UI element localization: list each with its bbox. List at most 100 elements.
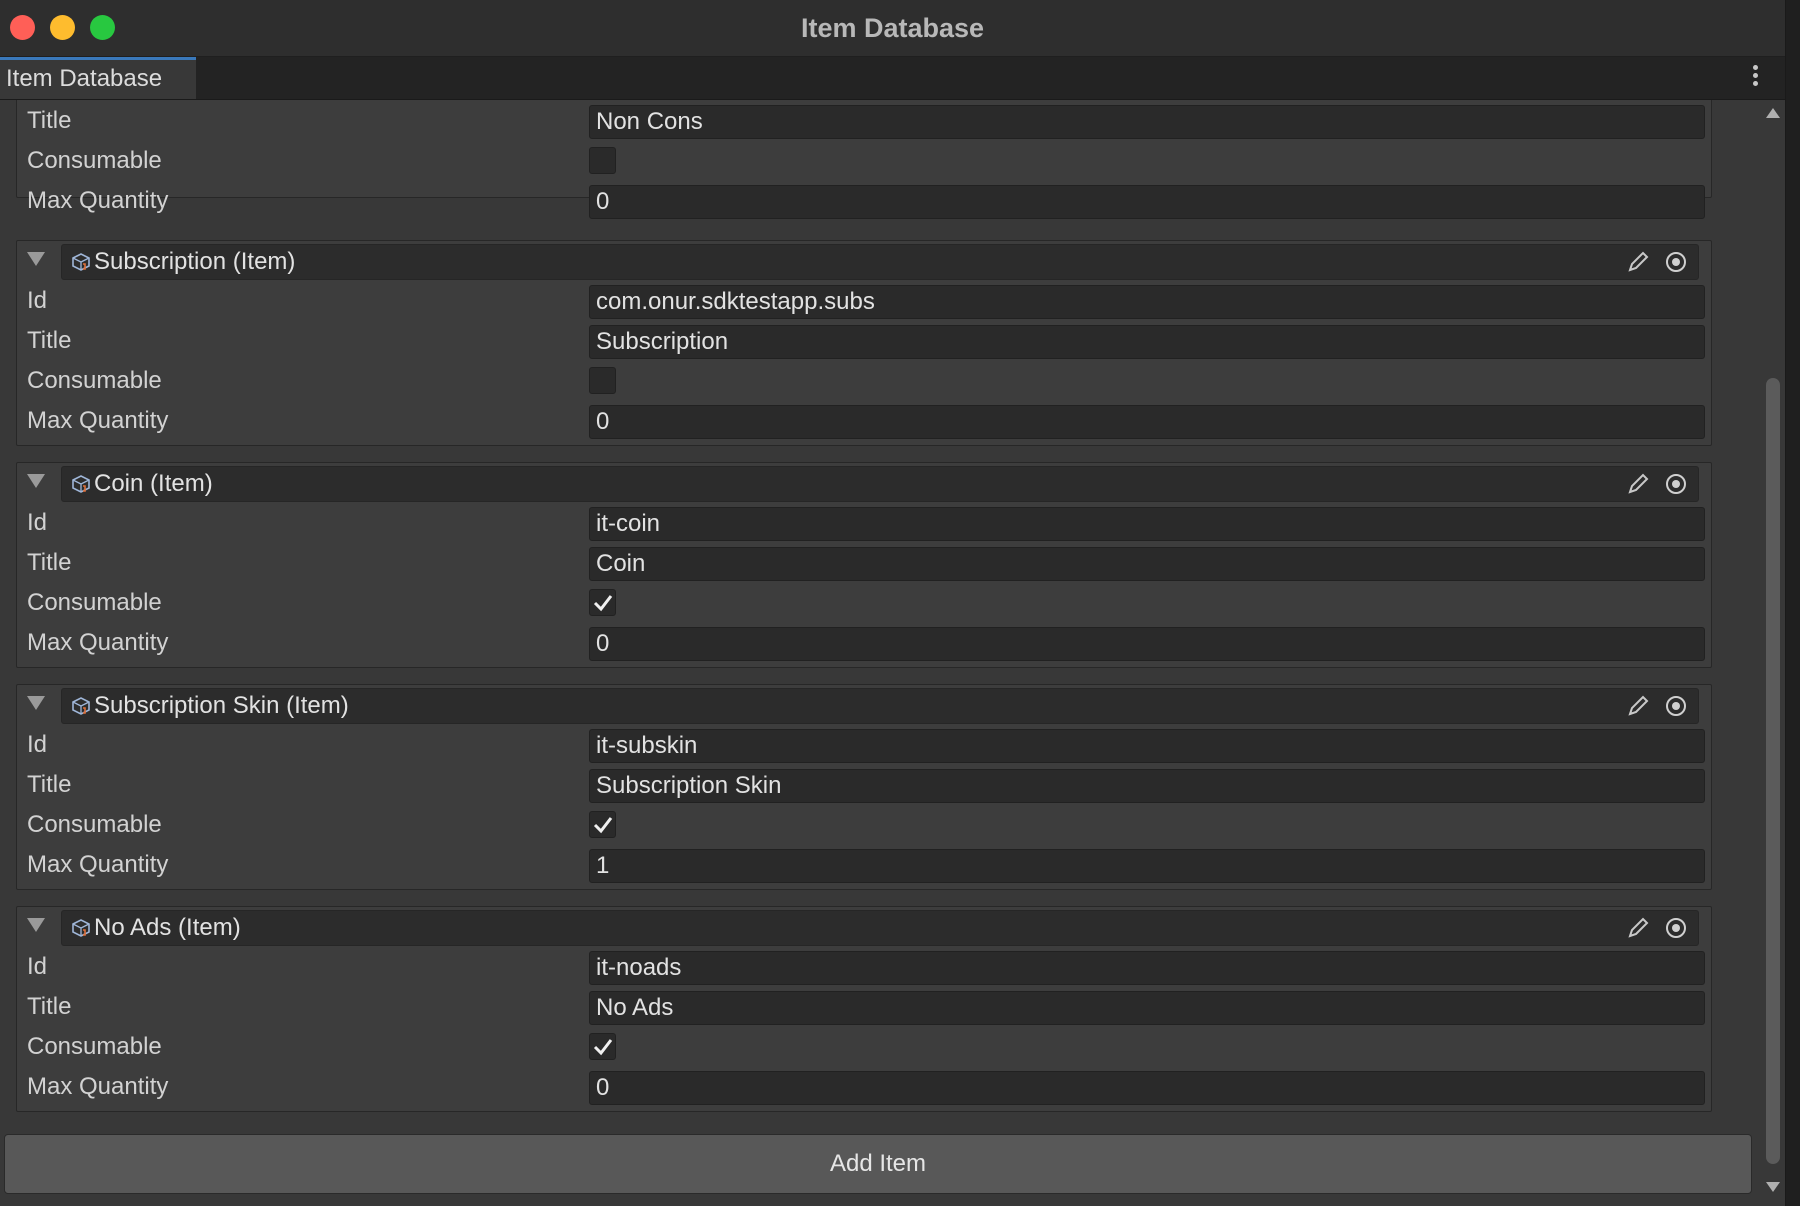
tab-bar: Item Database <box>0 57 1785 100</box>
vertical-scrollbar[interactable] <box>1762 100 1784 1204</box>
foldout-arrow-icon[interactable] <box>27 474 45 488</box>
max-quantity-row: Max Quantity 1 <box>17 845 1711 885</box>
id-field[interactable]: it-coin <box>589 507 1705 541</box>
pencil-icon[interactable] <box>1626 916 1650 940</box>
target-icon[interactable] <box>1666 252 1686 272</box>
scriptable-object-icon <box>72 919 90 937</box>
title-label: Title <box>27 771 72 798</box>
object-label: Subscription (Item) <box>94 248 296 275</box>
title-field[interactable]: Coin <box>589 547 1705 581</box>
consumable-label: Consumable <box>27 147 162 174</box>
more-options-icon[interactable] <box>1753 65 1759 91</box>
title-field[interactable]: No Ads <box>589 991 1705 1025</box>
id-field[interactable]: it-subskin <box>589 729 1705 763</box>
foldout-arrow-icon[interactable] <box>27 252 45 266</box>
title-row: Title Coin <box>17 543 1711 583</box>
foldout-arrow-icon[interactable] <box>27 918 45 932</box>
item-element: No Ads (Item) Id it-noads Title No Ads C… <box>16 906 1712 1112</box>
max-quantity-row: Max Quantity 0 <box>17 181 1711 221</box>
title-row: Title Subscription Skin <box>17 765 1711 805</box>
max-quantity-row: Max Quantity 0 <box>17 1067 1711 1107</box>
max-quantity-field[interactable]: 0 <box>589 1071 1705 1105</box>
item-list: Title Non Cons Consumable Max Quantity 0… <box>16 100 1712 1112</box>
title-label: Title <box>27 107 72 134</box>
title-row: Title Non Cons <box>17 101 1711 141</box>
scroll-down-icon[interactable] <box>1766 1182 1780 1192</box>
max-quantity-label: Max Quantity <box>27 407 169 434</box>
max-quantity-label: Max Quantity <box>27 629 169 656</box>
checkmark-icon <box>593 1039 613 1056</box>
consumable-checkbox[interactable] <box>589 811 616 838</box>
id-field[interactable]: com.onur.sdktestapp.subs <box>589 285 1705 319</box>
consumable-row: Consumable <box>17 141 1711 181</box>
max-quantity-label: Max Quantity <box>27 1073 169 1100</box>
id-row: Id it-noads <box>17 947 1711 987</box>
max-quantity-label: Max Quantity <box>27 187 169 214</box>
id-row: Id com.onur.sdktestapp.subs <box>17 281 1711 321</box>
consumable-row: Consumable <box>17 583 1711 623</box>
pencil-icon[interactable] <box>1626 694 1650 718</box>
max-quantity-label: Max Quantity <box>27 851 169 878</box>
id-row: Id it-coin <box>17 503 1711 543</box>
title-bar: Item Database <box>0 0 1785 57</box>
consumable-row: Consumable <box>17 1027 1711 1067</box>
scriptable-object-icon <box>72 253 90 271</box>
object-label: Subscription Skin (Item) <box>94 692 349 719</box>
consumable-row: Consumable <box>17 805 1711 845</box>
tab-item-database[interactable]: Item Database <box>0 57 196 99</box>
editor-window: Item Database Item Database Title Non Co… <box>0 0 1786 1206</box>
object-label: Coin (Item) <box>94 470 213 497</box>
pencil-icon[interactable] <box>1626 472 1650 496</box>
max-quantity-field[interactable]: 1 <box>589 849 1705 883</box>
scroll-thumb[interactable] <box>1766 378 1780 1164</box>
max-quantity-field[interactable]: 0 <box>589 405 1705 439</box>
id-row: Id it-subskin <box>17 725 1711 765</box>
add-item-button[interactable]: Add Item <box>4 1134 1752 1194</box>
max-quantity-row: Max Quantity 0 <box>17 623 1711 663</box>
object-field[interactable]: Subscription Skin (Item) <box>61 688 1699 724</box>
foldout-arrow-icon[interactable] <box>27 696 45 710</box>
item-element: Subscription (Item) Id com.onur.sdktesta… <box>16 240 1712 446</box>
id-label: Id <box>27 953 48 980</box>
item-element: Title Non Cons Consumable Max Quantity 0 <box>16 100 1712 219</box>
title-field[interactable]: Subscription <box>589 325 1705 359</box>
consumable-checkbox[interactable] <box>589 147 616 174</box>
consumable-label: Consumable <box>27 1033 162 1060</box>
consumable-row: Consumable <box>17 361 1711 401</box>
consumable-label: Consumable <box>27 589 162 616</box>
id-label: Id <box>27 509 48 536</box>
item-element: Subscription Skin (Item) Id it-subskin T… <box>16 684 1712 890</box>
scriptable-object-icon <box>72 697 90 715</box>
consumable-checkbox[interactable] <box>589 1033 616 1060</box>
consumable-label: Consumable <box>27 367 162 394</box>
target-icon[interactable] <box>1666 918 1686 938</box>
consumable-checkbox[interactable] <box>589 367 616 394</box>
object-field[interactable]: No Ads (Item) <box>61 910 1699 946</box>
consumable-checkbox[interactable] <box>589 589 616 616</box>
max-quantity-field[interactable]: 0 <box>589 627 1705 661</box>
checkmark-icon <box>593 595 613 612</box>
checkmark-icon <box>593 817 613 834</box>
title-row: Title No Ads <box>17 987 1711 1027</box>
target-icon[interactable] <box>1666 474 1686 494</box>
consumable-label: Consumable <box>27 811 162 838</box>
scroll-up-icon[interactable] <box>1766 108 1780 118</box>
id-field[interactable]: it-noads <box>589 951 1705 985</box>
window-title: Item Database <box>800 13 985 43</box>
max-quantity-row: Max Quantity 0 <box>17 401 1711 441</box>
background-editor-edge <box>1786 0 1800 1206</box>
title-label: Title <box>27 993 72 1020</box>
target-icon[interactable] <box>1666 696 1686 716</box>
title-field[interactable]: Non Cons <box>589 105 1705 139</box>
title-label: Title <box>27 549 72 576</box>
object-field[interactable]: Coin (Item) <box>61 466 1699 502</box>
item-element: Coin (Item) Id it-coin Title Coin Consum… <box>16 462 1712 668</box>
object-label: No Ads (Item) <box>94 914 241 941</box>
title-field[interactable]: Subscription Skin <box>589 769 1705 803</box>
title-label: Title <box>27 327 72 354</box>
object-field[interactable]: Subscription (Item) <box>61 244 1699 280</box>
id-label: Id <box>27 731 48 758</box>
max-quantity-field[interactable]: 0 <box>589 185 1705 219</box>
pencil-icon[interactable] <box>1626 250 1650 274</box>
title-row: Title Subscription <box>17 321 1711 361</box>
